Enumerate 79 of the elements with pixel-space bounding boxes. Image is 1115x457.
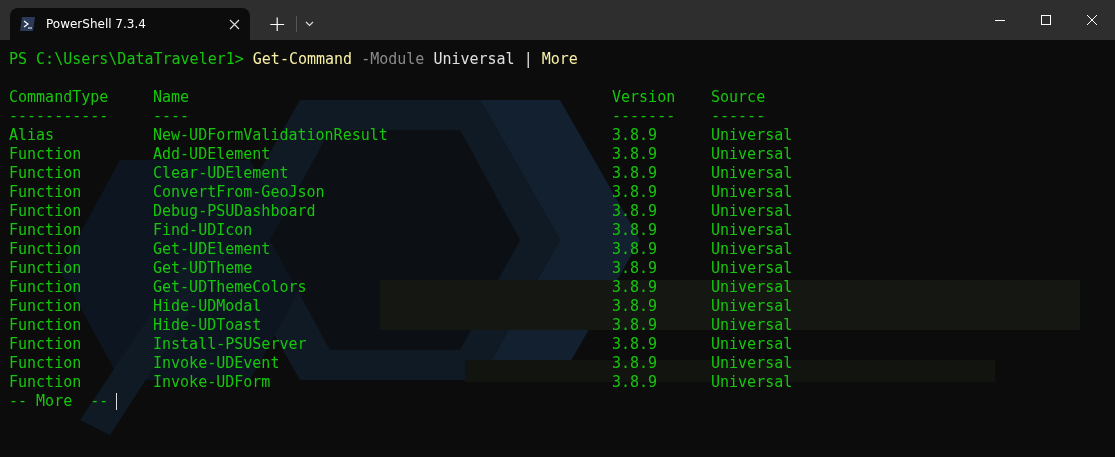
table-cell: Universal bbox=[711, 183, 793, 202]
table-cell: 3.8.9 bbox=[612, 183, 658, 202]
command-token: PS C:\Users\DataTraveler1> bbox=[9, 50, 244, 69]
table-cell: Universal bbox=[711, 278, 793, 297]
table-cell: Universal bbox=[711, 164, 793, 183]
table-cell: 3.8.9 bbox=[612, 278, 658, 297]
table-cell: Function bbox=[9, 316, 82, 335]
table-cell: Universal bbox=[711, 297, 793, 316]
table-cell: Hide-UDToast bbox=[153, 316, 262, 335]
table-cell: Invoke-UDEvent bbox=[153, 354, 280, 373]
table-cell: Debug-PSUDashboard bbox=[153, 202, 316, 221]
table-cell: Universal bbox=[711, 316, 793, 335]
table-cell: Universal bbox=[711, 354, 793, 373]
table-cell: 3.8.9 bbox=[612, 126, 658, 145]
command-token: More bbox=[541, 50, 578, 69]
header-underline: ---- bbox=[153, 107, 190, 126]
table-cell: 3.8.9 bbox=[612, 202, 658, 221]
command-token: Universal bbox=[433, 50, 515, 69]
maximize-icon[interactable] bbox=[1041, 15, 1051, 25]
table-cell: Universal bbox=[711, 202, 793, 221]
table-cell: Invoke-UDForm bbox=[153, 373, 271, 392]
column-header: Version bbox=[612, 88, 676, 107]
table-cell: Function bbox=[9, 278, 82, 297]
column-header: Source bbox=[711, 88, 766, 107]
table-cell: ConvertFrom-GeoJson bbox=[153, 183, 325, 202]
table-cell: Function bbox=[9, 297, 82, 316]
table-cell: 3.8.9 bbox=[612, 259, 658, 278]
table-cell: Universal bbox=[711, 221, 793, 240]
table-cell: Universal bbox=[711, 240, 793, 259]
command-token: Get-Command bbox=[252, 50, 353, 69]
header-underline: ------ bbox=[711, 107, 766, 126]
table-cell: Get-UDTheme bbox=[153, 259, 253, 278]
table-cell: Function bbox=[9, 373, 82, 392]
table-cell: Universal bbox=[711, 126, 793, 145]
table-cell: 3.8.9 bbox=[612, 221, 658, 240]
table-cell: Function bbox=[9, 202, 82, 221]
table-cell: Alias bbox=[9, 126, 55, 145]
table-cell: Function bbox=[9, 164, 82, 183]
terminal-tab[interactable]: PowerShell 7.3.4 bbox=[10, 8, 250, 40]
tab-title: PowerShell 7.3.4 bbox=[46, 17, 147, 31]
terminal-icon bbox=[20, 17, 36, 31]
close-tab-icon[interactable] bbox=[229, 18, 240, 30]
command-token: | bbox=[523, 50, 533, 69]
table-cell: 3.8.9 bbox=[612, 335, 658, 354]
table-cell: 3.8.9 bbox=[612, 354, 658, 373]
table-cell: Add-UDElement bbox=[153, 145, 271, 164]
column-header: Name bbox=[153, 88, 190, 107]
table-cell: Universal bbox=[711, 145, 793, 164]
table-cell: Find-UDIcon bbox=[153, 221, 253, 240]
command-token: -Module bbox=[361, 50, 425, 69]
table-cell: Function bbox=[9, 335, 82, 354]
table-cell: Universal bbox=[711, 259, 793, 278]
table-cell: 3.8.9 bbox=[612, 316, 658, 335]
table-cell: 3.8.9 bbox=[612, 240, 658, 259]
text-cursor bbox=[116, 393, 118, 410]
header-underline: ------- bbox=[612, 107, 676, 126]
table-cell: Hide-UDModal bbox=[153, 297, 262, 316]
table-cell: 3.8.9 bbox=[612, 373, 658, 392]
table-cell: 3.8.9 bbox=[612, 297, 658, 316]
table-cell: Function bbox=[9, 221, 82, 240]
table-cell: Install-PSUServer bbox=[153, 335, 307, 354]
close-icon[interactable] bbox=[1087, 15, 1097, 25]
table-cell: Universal bbox=[711, 373, 793, 392]
header-underline: ----------- bbox=[9, 107, 109, 126]
table-cell: Function bbox=[9, 354, 82, 373]
table-cell: Function bbox=[9, 240, 82, 259]
table-cell: 3.8.9 bbox=[612, 164, 658, 183]
table-cell: Get-UDThemeColors bbox=[153, 278, 307, 297]
table-cell: Clear-UDElement bbox=[153, 164, 289, 183]
table-cell: Get-UDElement bbox=[153, 240, 271, 259]
table-cell: Function bbox=[9, 183, 82, 202]
column-header: CommandType bbox=[9, 88, 109, 107]
table-cell: New-UDFormValidationResult bbox=[153, 126, 388, 145]
pager-prompt: -- More -- bbox=[9, 392, 109, 411]
table-cell: 3.8.9 bbox=[612, 145, 658, 164]
table-cell: Universal bbox=[711, 335, 793, 354]
table-cell: Function bbox=[9, 259, 82, 278]
new-tab-button[interactable]: + bbox=[264, 8, 291, 40]
table-cell: Function bbox=[9, 145, 82, 164]
